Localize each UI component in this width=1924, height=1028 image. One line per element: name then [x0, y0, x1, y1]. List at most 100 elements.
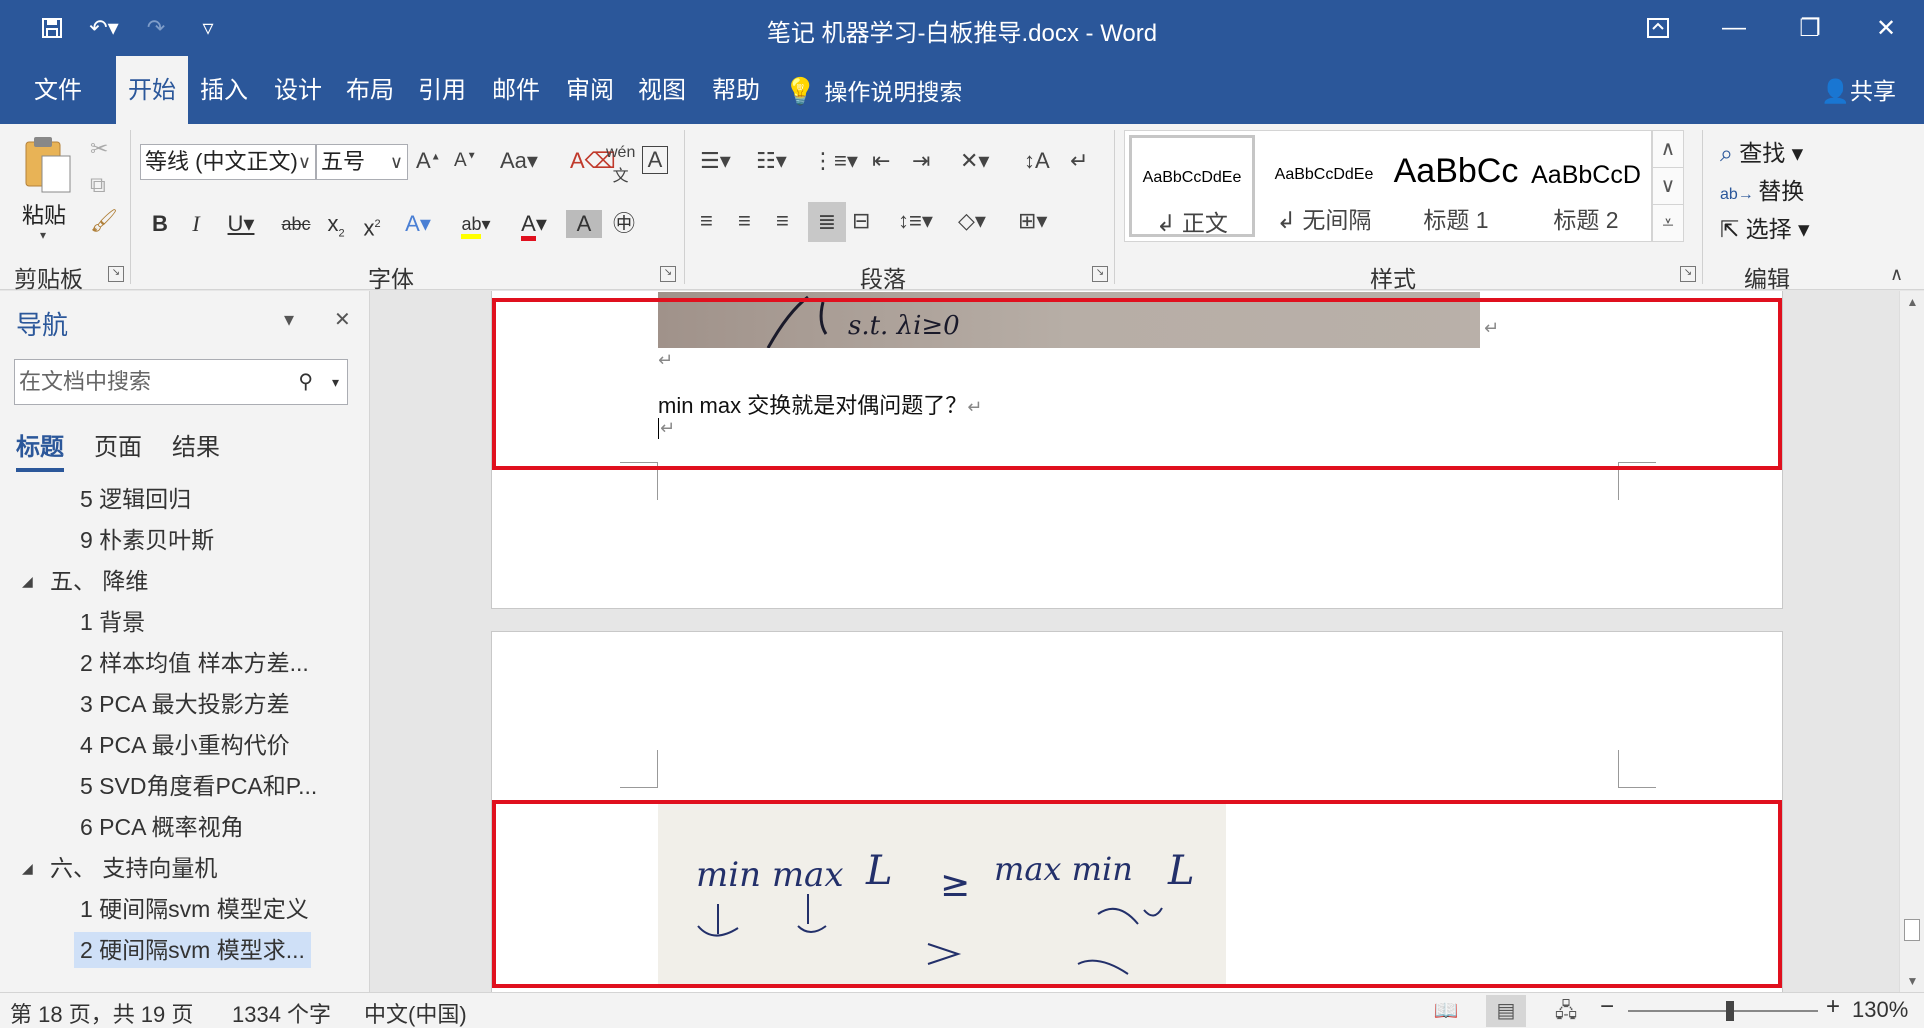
clipboard-launcher-icon[interactable]: ↘	[108, 266, 124, 282]
nav-search-input[interactable]: 在文档中搜索 ⚲ ▾	[14, 359, 348, 405]
tab-mailings[interactable]: 邮件	[482, 56, 550, 124]
align-right-icon[interactable]: ≡	[776, 208, 789, 234]
tab-file[interactable]: 文件	[24, 56, 92, 124]
tab-layout[interactable]: 布局	[336, 56, 404, 124]
numbering-icon[interactable]: ☷▾	[756, 148, 787, 174]
cut-icon[interactable]: ✂	[90, 136, 108, 162]
format-painter-icon[interactable]: 🖌	[90, 208, 118, 234]
tab-help[interactable]: 帮助	[702, 56, 770, 124]
character-shading-icon[interactable]: A	[566, 210, 602, 238]
superscript-icon[interactable]: x2	[354, 202, 390, 246]
paste-dropdown-chevron-down-icon[interactable]: ▾	[40, 228, 46, 242]
nav-options-chevron-down-icon[interactable]: ▾	[284, 307, 294, 332]
ribbon-display-options-icon[interactable]	[1620, 0, 1696, 56]
bullets-icon[interactable]: ☰▾	[700, 148, 731, 174]
phonetic-guide-icon[interactable]: wén 文	[606, 144, 635, 186]
scroll-up-arrow-icon[interactable]: ▲	[1900, 295, 1924, 309]
chevron-down-icon[interactable]: ∨	[1653, 168, 1683, 205]
highlight-color-icon[interactable]: ab▾	[452, 202, 500, 246]
word-count[interactable]: 1334 个字	[232, 997, 331, 1028]
bold-icon[interactable]: B	[142, 202, 178, 246]
font-name-combo[interactable]: 等线 (中文正文) ∨	[140, 144, 316, 180]
asian-layout-icon[interactable]: ✕▾	[960, 148, 989, 174]
increase-indent-icon[interactable]: ⇥	[912, 148, 930, 174]
heading-item[interactable]: 6 PCA 概率视角	[80, 809, 244, 845]
tab-home[interactable]: 开始	[116, 56, 188, 124]
collapse-triangle-icon[interactable]: ◢	[22, 860, 33, 877]
style-heading-2[interactable]: AaBbCcD 标题 2	[1523, 135, 1649, 237]
tell-me-search[interactable]: 💡 操作说明搜索	[784, 56, 962, 124]
align-left-icon[interactable]: ≡	[700, 208, 713, 234]
text-effects-icon[interactable]: A▾	[400, 202, 436, 246]
heading-item[interactable]: 5 SVD角度看PCA和P...	[80, 768, 317, 804]
heading-item[interactable]: 3 PCA 最大投影方差	[80, 686, 290, 722]
zoom-level[interactable]: 130%	[1852, 997, 1908, 1023]
style-no-spacing[interactable]: AaBbCcDdEe ↲ 无间隔	[1261, 135, 1387, 237]
language-indicator[interactable]: 中文(中国)	[364, 997, 467, 1028]
scroll-down-arrow-icon[interactable]: ▼	[1900, 974, 1924, 988]
heading-item[interactable]: 4 PCA 最小重构代价	[80, 727, 290, 763]
zoom-slider[interactable]	[1628, 1010, 1818, 1012]
grow-font-icon[interactable]: A▲	[416, 148, 441, 174]
heading-item[interactable]: 六、 支持向量机	[50, 850, 217, 886]
tab-pages[interactable]: 页面	[94, 427, 142, 472]
font-launcher-icon[interactable]: ↘	[660, 266, 676, 282]
heading-item[interactable]: 9 朴素贝叶斯	[80, 522, 214, 558]
borders-icon[interactable]: ⊞▾	[1018, 208, 1047, 234]
enclose-character-icon[interactable]: A	[642, 146, 668, 174]
paragraph-launcher-icon[interactable]: ↘	[1092, 266, 1108, 282]
restore-icon[interactable]: ❐	[1772, 0, 1848, 56]
align-center-icon[interactable]: ≡	[738, 208, 751, 234]
web-layout-icon[interactable]: 🖧	[1546, 995, 1586, 1027]
tab-view[interactable]: 视图	[628, 56, 696, 124]
font-size-combo[interactable]: 五号 ∨	[316, 144, 408, 180]
share-button[interactable]: 👤共享	[1821, 56, 1896, 124]
heading-item[interactable]: 五、 降维	[50, 563, 148, 599]
heading-item[interactable]: 1 背景	[80, 604, 145, 640]
collapse-triangle-icon[interactable]: ◢	[22, 573, 33, 590]
italic-icon[interactable]: I	[178, 202, 214, 246]
nav-close-icon[interactable]: ✕	[334, 307, 351, 332]
more-styles-icon[interactable]: ⩡	[1653, 205, 1683, 242]
tab-design[interactable]: 设计	[264, 56, 332, 124]
zoom-slider-knob[interactable]	[1726, 1001, 1734, 1021]
line-spacing-icon[interactable]: ↕≡▾	[898, 208, 933, 234]
zoom-out-button[interactable]: −	[1600, 993, 1614, 1021]
collapse-ribbon-chevron-up-icon[interactable]: ∧	[1890, 264, 1903, 285]
read-mode-icon[interactable]: 📖	[1426, 995, 1466, 1027]
page-count[interactable]: 第 18 页，共 19 页	[10, 997, 193, 1028]
tab-headings[interactable]: 标题	[16, 427, 64, 472]
shading-icon[interactable]: ◇▾	[958, 208, 986, 234]
scroll-thumb[interactable]	[1904, 919, 1920, 941]
heading-item[interactable]: 1 硬间隔svm 模型定义	[80, 891, 309, 927]
styles-launcher-icon[interactable]: ↘	[1680, 266, 1696, 282]
zoom-in-button[interactable]: +	[1826, 993, 1840, 1021]
paste-button[interactable]	[20, 134, 76, 204]
heading-item-selected[interactable]: 2 硬间隔svm 模型求...	[74, 932, 311, 968]
chevron-up-icon[interactable]: ∧	[1653, 131, 1683, 168]
close-icon[interactable]: ✕	[1848, 0, 1924, 56]
strikethrough-icon[interactable]: abc	[276, 202, 316, 246]
tab-references[interactable]: 引用	[408, 56, 476, 124]
underline-icon[interactable]: U▾	[218, 202, 264, 246]
heading-item[interactable]: 2 样本均值 样本方差...	[80, 645, 309, 681]
find-button[interactable]: ⌕ 查找 ▾	[1720, 134, 1803, 168]
tab-review[interactable]: 审阅	[556, 56, 624, 124]
copy-icon[interactable]: ⧉	[90, 172, 106, 198]
distributed-icon[interactable]: ⊟	[852, 208, 870, 234]
style-normal[interactable]: AaBbCcDdEe ↲ 正文	[1129, 135, 1255, 237]
sort-icon[interactable]: ↕A	[1024, 148, 1050, 174]
tab-results[interactable]: 结果	[172, 427, 220, 472]
select-button[interactable]: ⇱ 选择 ▾	[1720, 210, 1810, 244]
shrink-font-icon[interactable]: A▼	[454, 150, 477, 172]
change-case-icon[interactable]: Aa▾	[500, 148, 538, 174]
justify-icon[interactable]: ≣	[808, 202, 846, 242]
vertical-scrollbar[interactable]: ▲ ▼	[1899, 291, 1924, 992]
decrease-indent-icon[interactable]: ⇤	[872, 148, 890, 174]
search-icon[interactable]: ⚲	[298, 360, 313, 404]
enclose-circle-icon[interactable]: ㊥	[606, 202, 642, 246]
tab-insert[interactable]: 插入	[190, 56, 258, 124]
search-options-chevron-down-icon[interactable]: ▾	[332, 360, 339, 404]
print-layout-icon[interactable]: ▤	[1486, 995, 1526, 1027]
show-formatting-marks-icon[interactable]: ↵	[1070, 148, 1088, 174]
